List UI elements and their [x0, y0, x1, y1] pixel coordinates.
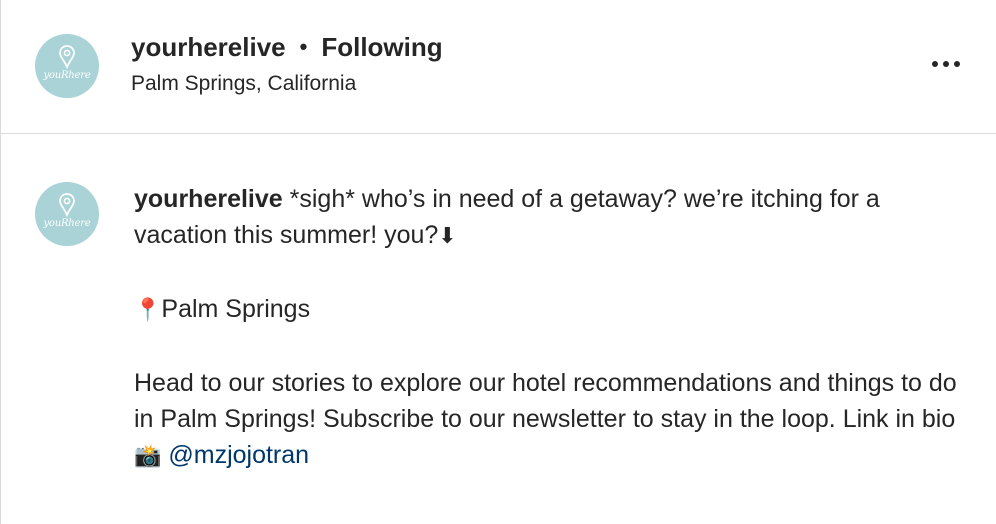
round-pushpin-icon: 📍: [134, 298, 162, 323]
header-avatar[interactable]: youRhere: [35, 34, 99, 98]
caption-line-1: yourherelive *sigh* who’s in need of a g…: [134, 181, 974, 255]
more-horizontal-icon: [932, 61, 960, 67]
location-pin-icon: [59, 45, 75, 69]
caption-location-line: 📍Palm Springs: [134, 291, 974, 329]
caption-body: Head to our stories to explore our hotel…: [134, 369, 957, 433]
caption-avatar[interactable]: youRhere: [35, 182, 99, 246]
following-button[interactable]: Following: [321, 30, 442, 64]
separator-dot: •: [299, 34, 308, 59]
caption-username[interactable]: yourherelive: [134, 185, 283, 213]
header-username[interactable]: yourherelive: [131, 30, 286, 64]
caption-location: Palm Springs: [161, 295, 311, 323]
location-pin-icon: [59, 193, 75, 217]
caption-text: yourherelive *sigh* who’s in need of a g…: [134, 181, 974, 475]
mention-link[interactable]: @mzjojotran: [168, 441, 309, 469]
more-options-button[interactable]: [930, 52, 962, 76]
avatar-brand-text: youRhere: [43, 218, 91, 229]
camera-flash-icon: 📸: [134, 444, 162, 469]
avatar-brand-text: youRhere: [43, 70, 91, 81]
post-header: youRhere yourherelive • Following Palm S…: [1, 0, 996, 134]
caption-credit-line: 📸 @mzjojotran: [134, 437, 974, 475]
header-text: yourherelive • Following Palm Springs, C…: [131, 30, 443, 98]
header-location[interactable]: Palm Springs, California: [131, 70, 443, 98]
title-row: yourherelive • Following: [131, 30, 443, 64]
down-arrow-icon: ⬇: [438, 224, 457, 249]
post-panel: youRhere yourherelive • Following Palm S…: [0, 0, 996, 524]
